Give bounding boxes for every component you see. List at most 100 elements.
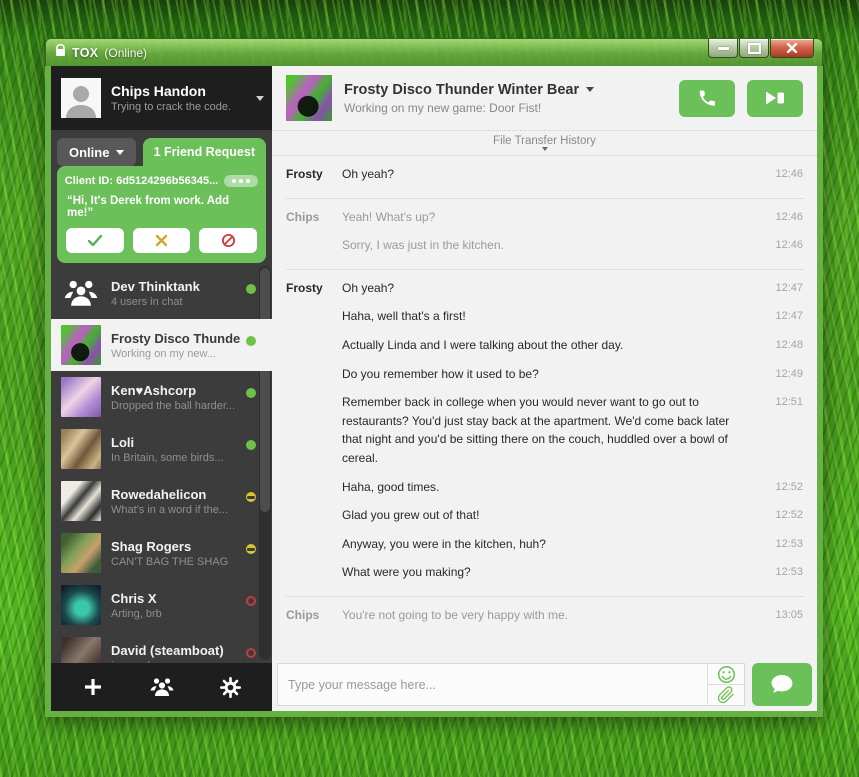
message-timestamp: 12:52 — [763, 478, 803, 497]
message-line: Actually Linda and I were talking about … — [286, 331, 803, 360]
sidebar-toolbar — [51, 663, 272, 711]
presence-away-icon — [246, 544, 256, 554]
message-text: Anyway, you were in the kitchen, huh? — [342, 535, 763, 554]
video-icon — [764, 90, 786, 106]
message-timestamp: 12:49 — [763, 365, 803, 384]
contact-name: Frosty Disco Thunder... — [111, 331, 241, 346]
contact-text: Dev Thinktank4 users in chat — [111, 279, 200, 308]
minimize-button[interactable] — [708, 39, 738, 58]
contact-row[interactable]: Dev Thinktank4 users in chat — [51, 267, 272, 319]
self-avatar — [61, 78, 101, 118]
message-sender: Chips — [286, 208, 342, 227]
frosty-avatar — [61, 325, 101, 365]
maximize-button[interactable] — [739, 39, 769, 58]
client-id-text: Client ID: 6d5124296b56345... — [65, 175, 218, 187]
titlebar[interactable]: TOX (Online) — [45, 38, 823, 66]
contact-text: Frosty Disco Thunder...Working on my new… — [111, 331, 241, 360]
presence-offline-icon — [246, 596, 256, 606]
status-dropdown[interactable]: Online — [57, 138, 136, 166]
dismiss-request-button[interactable] — [133, 228, 191, 253]
contact-status-message: Dropped the ball harder... — [111, 400, 235, 412]
window-title: TOX — [72, 46, 98, 60]
contact-name: Rowedahelicon — [111, 487, 228, 502]
emoji-button[interactable] — [708, 664, 744, 685]
contact-row[interactable]: Rowedahelicon What's in a word if the... — [51, 475, 272, 527]
message-sender: Frosty — [286, 165, 342, 184]
block-request-button[interactable] — [199, 228, 257, 253]
message-timestamp: 12:52 — [763, 506, 803, 525]
contact-row[interactable]: LoliIn Britain, some birds... — [51, 423, 272, 475]
self-profile[interactable]: Chips Handon Trying to crack the code. — [51, 66, 272, 130]
contact-row[interactable]: David (steamboat) im good — [51, 631, 272, 663]
message-input[interactable] — [278, 664, 707, 705]
message-timestamp: 12:47 — [763, 307, 803, 326]
message-timestamp: 13:05 — [763, 606, 803, 625]
contact-name: David (steamboat) — [111, 643, 224, 658]
profile-caret-icon[interactable] — [256, 96, 264, 101]
contact-status-message: CAN'T BAG THE SHAG — [111, 556, 228, 568]
friend-request-tab[interactable]: 1 Friend Request — [143, 138, 266, 166]
self-name: Chips Handon — [111, 83, 231, 99]
voice-call-button[interactable] — [679, 80, 735, 117]
presence-online-icon — [246, 284, 256, 294]
shag-avatar — [61, 533, 101, 573]
presence-online-icon — [246, 388, 256, 398]
video-call-button[interactable] — [747, 80, 803, 117]
accept-request-button[interactable] — [66, 228, 124, 253]
message-text: Oh yeah? — [342, 279, 763, 298]
add-friend-button[interactable] — [75, 669, 111, 705]
lock-icon — [55, 44, 66, 62]
contact-row[interactable]: Frosty Disco Thunder...Working on my new… — [51, 319, 272, 371]
window-title-status: (Online) — [104, 46, 147, 60]
create-group-button[interactable] — [144, 669, 180, 705]
message-text: Sorry, I was just in the kitchen. — [342, 236, 763, 255]
send-button[interactable] — [752, 663, 812, 706]
window-controls — [708, 39, 814, 58]
file-transfer-history-bar[interactable]: File Transfer History — [272, 130, 817, 156]
message-sender — [286, 365, 342, 384]
chat-panel: Frosty Disco Thunder Winter Bear Working… — [272, 66, 817, 711]
smiley-icon — [717, 665, 736, 684]
settings-button[interactable] — [212, 669, 248, 705]
attach-file-button[interactable] — [708, 685, 744, 705]
message-timestamp: 12:46 — [763, 208, 803, 227]
status-dropdown-label: Online — [69, 145, 109, 160]
attach-column — [707, 664, 744, 705]
contact-row[interactable]: Shag Rogers CAN'T BAG THE SHAG — [51, 527, 272, 579]
x-icon — [155, 234, 168, 247]
presence-offline-icon — [246, 648, 256, 658]
message-line: FrostyOh yeah?12:46 — [286, 160, 803, 189]
message-line: Haha, well that's a first!12:47 — [286, 302, 803, 331]
chat-peer-avatar — [286, 75, 332, 121]
contact-name: Ken♥Ashcorp — [111, 383, 235, 398]
contact-name: Dev Thinktank — [111, 279, 200, 294]
ken-avatar — [61, 377, 101, 417]
contact-status-message: What's in a word if the... — [111, 504, 228, 516]
message-text: Remember back in college when you would … — [342, 393, 763, 467]
group-icon — [150, 677, 174, 697]
chat-peer-status: Working on my new game: Door Fist! — [344, 101, 594, 115]
contact-row[interactable]: Ken♥Ashcorp Dropped the ball harder... — [51, 371, 272, 423]
peer-menu-caret-icon[interactable] — [586, 87, 594, 92]
message-sender — [286, 393, 342, 467]
person-icon — [64, 82, 98, 118]
message-text: Yeah! What's up? — [342, 208, 763, 227]
message-group: FrostyOh yeah?12:47Haha, well that's a f… — [286, 269, 803, 596]
david-avatar — [61, 637, 101, 663]
chat-peer-name: Frosty Disco Thunder Winter Bear — [344, 82, 579, 98]
plus-icon — [83, 677, 103, 697]
friend-request-message: “Hi, It's Derek from work. Add me!” — [67, 195, 256, 219]
message-timestamp: 12:46 — [763, 165, 803, 184]
group-avatar — [61, 273, 101, 313]
message-line: Anyway, you were in the kitchen, huh?12:… — [286, 530, 803, 559]
ellipsis-button[interactable] — [224, 175, 258, 187]
close-icon — [786, 43, 798, 53]
close-button[interactable] — [770, 39, 814, 58]
message-sender — [286, 535, 342, 554]
message-timestamp: 12:51 — [763, 393, 803, 467]
contact-status-message: im good — [111, 660, 224, 664]
message-line: Glad you grew out of that!12:52 — [286, 501, 803, 530]
message-text: You're not going to be very happy with m… — [342, 606, 763, 625]
contact-row[interactable]: Chris XArting, brb — [51, 579, 272, 631]
contact-name: Shag Rogers — [111, 539, 228, 554]
